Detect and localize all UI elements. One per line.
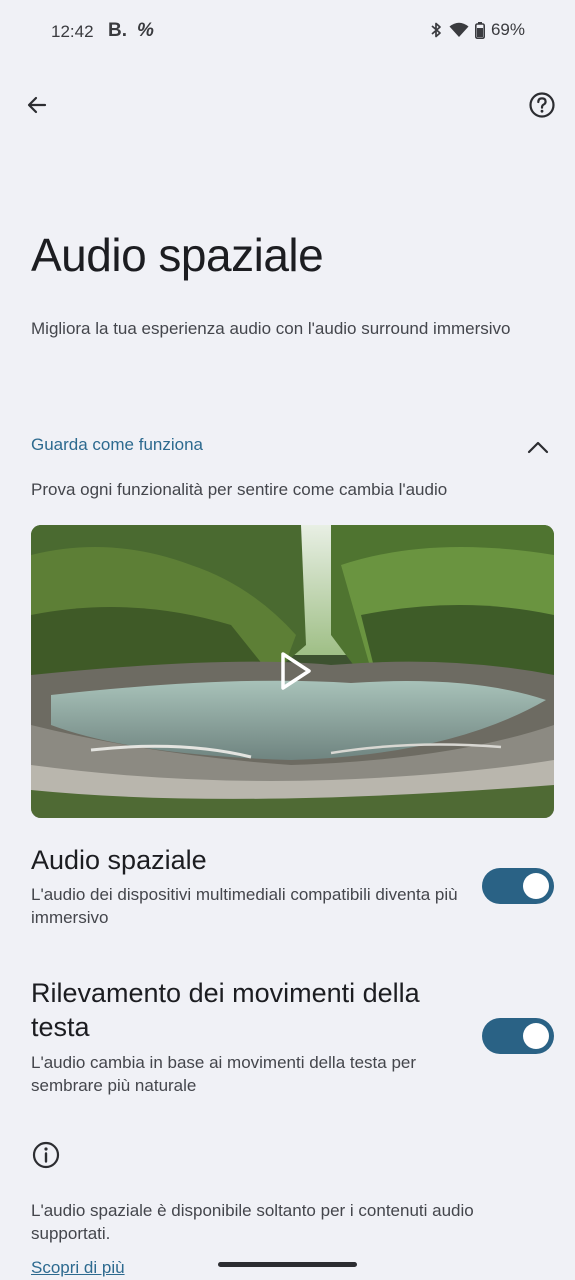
arrow-left-icon xyxy=(27,96,47,114)
back-button[interactable] xyxy=(20,88,54,122)
spatial-audio-description: L'audio dei dispositivi multimediali com… xyxy=(31,885,458,927)
learn-more-link[interactable]: Scopri di più xyxy=(31,1258,125,1278)
head-tracking-toggle[interactable] xyxy=(482,1018,554,1054)
info-icon xyxy=(32,1141,60,1169)
demo-section-description: Prova ogni funzionalità per sentire come… xyxy=(31,480,448,499)
bluetooth-icon xyxy=(431,22,441,38)
notification-app-icon: B. xyxy=(108,20,127,41)
status-time: 12:42 xyxy=(51,22,94,41)
play-icon xyxy=(281,652,311,690)
head-tracking-description: L'audio cambia in base ai movimenti dell… xyxy=(31,1053,417,1095)
toggle-knob xyxy=(523,1023,549,1049)
status-icons: 69% xyxy=(429,20,525,40)
page-subtitle: Migliora la tua esperienza audio con l'a… xyxy=(31,319,511,338)
help-button[interactable] xyxy=(525,88,559,122)
demo-video[interactable] xyxy=(31,525,554,818)
status-bar: 12:42 B. % 69% xyxy=(0,0,575,64)
chevron-up-icon xyxy=(527,441,549,454)
toggle-knob xyxy=(523,873,549,899)
battery-percent: 69% xyxy=(490,20,525,39)
collapse-button[interactable] xyxy=(523,432,553,462)
gesture-nav-handle[interactable] xyxy=(218,1262,357,1267)
notification-app-icon: % xyxy=(137,20,154,41)
battery-icon xyxy=(474,21,485,39)
head-tracking-title: Rilevamento dei movimenti della testa xyxy=(31,978,420,1042)
help-circle-icon xyxy=(529,92,555,118)
spatial-audio-toggle[interactable] xyxy=(482,868,554,904)
demo-section-heading[interactable]: Guarda come funziona xyxy=(31,435,203,455)
page-title: Audio spaziale xyxy=(31,229,324,281)
spatial-audio-title: Audio spaziale xyxy=(31,845,207,875)
wifi-icon xyxy=(449,22,469,37)
availability-note: L'audio spaziale è disponibile soltanto … xyxy=(31,1201,474,1243)
